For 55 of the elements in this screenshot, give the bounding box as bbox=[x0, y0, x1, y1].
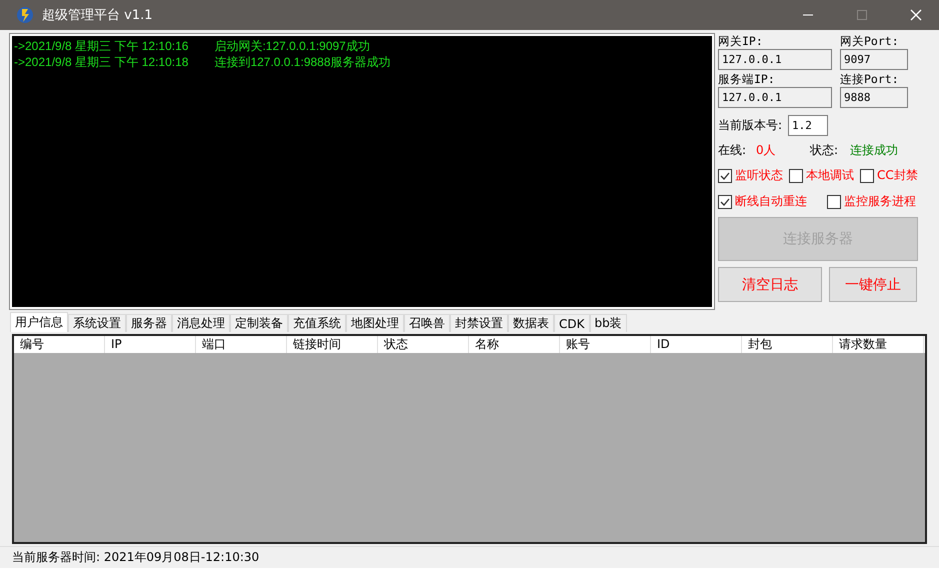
field-label: 当前版本号: bbox=[718, 117, 782, 134]
column-header: 请求数量 bbox=[833, 336, 924, 354]
tab[interactable]: 系统设置 bbox=[68, 314, 126, 332]
column-header: ID bbox=[651, 336, 742, 354]
tab[interactable]: 封禁设置 bbox=[450, 314, 508, 332]
checkbox[interactable] bbox=[860, 168, 874, 182]
input-field[interactable]: 127.0.0.1 bbox=[718, 49, 832, 70]
tab[interactable]: 用户信息 bbox=[10, 312, 68, 332]
tab[interactable]: 召唤兽 bbox=[404, 314, 450, 332]
tab[interactable]: 服务器 bbox=[126, 314, 172, 332]
log-message: 连接到127.0.0.1:9888服务器成功 bbox=[214, 54, 391, 70]
field-label: 网关IP: bbox=[718, 34, 764, 49]
log-time: ->2021/9/8 星期三 下午 12:10:18 bbox=[14, 54, 188, 70]
column-header: 账号 bbox=[560, 336, 651, 354]
checkbox[interactable] bbox=[827, 194, 841, 208]
close-icon bbox=[910, 9, 922, 21]
connection-status: 连接成功 bbox=[850, 142, 898, 159]
tab[interactable]: 地图处理 bbox=[346, 314, 404, 332]
column-header: 编号 bbox=[14, 336, 105, 354]
checkbox-label: CC封禁 bbox=[877, 167, 918, 184]
field-label: 服务端IP: bbox=[718, 72, 776, 87]
input-field[interactable]: 1.2 bbox=[788, 115, 828, 136]
tab[interactable]: bb装 bbox=[590, 314, 627, 332]
column-header: 封包 bbox=[742, 336, 833, 354]
column-header: 链接时间 bbox=[287, 336, 378, 354]
online-label: 在线: bbox=[718, 142, 748, 159]
field-label: 网关Port: bbox=[840, 34, 900, 49]
tab[interactable]: CDK bbox=[554, 314, 590, 332]
field-label: 连接Port: bbox=[840, 72, 900, 87]
column-header: 状态 bbox=[378, 336, 469, 354]
app-logo-icon bbox=[16, 6, 34, 24]
checkbox[interactable] bbox=[718, 168, 732, 182]
window-title: 超级管理平台 v1.1 bbox=[42, 7, 154, 24]
checkbox-label: 监听状态 bbox=[735, 167, 783, 184]
checkbox[interactable] bbox=[789, 168, 803, 182]
online-count: 0人 bbox=[756, 142, 777, 159]
checkbox-label: 监控服务进程 bbox=[844, 193, 916, 210]
server-time: 当前服务器时间: 2021年09月08日-12:10:30 bbox=[12, 549, 260, 566]
log-message: 启动网关:127.0.0.1:9097成功 bbox=[214, 38, 370, 54]
input-field[interactable]: 127.0.0.1 bbox=[718, 87, 832, 108]
log-time: ->2021/9/8 星期三 下午 12:10:16 bbox=[14, 38, 188, 54]
tab[interactable]: 数据表 bbox=[508, 314, 554, 332]
column-header: 端口 bbox=[196, 336, 287, 354]
column-header: 名称 bbox=[469, 336, 560, 354]
tab[interactable]: 充值系统 bbox=[288, 314, 346, 332]
input-field[interactable]: 9097 bbox=[840, 49, 908, 70]
checkbox-label: 断线自动重连 bbox=[735, 193, 807, 210]
maximize-icon bbox=[857, 10, 867, 20]
checkbox[interactable] bbox=[718, 194, 732, 208]
status-label: 状态: bbox=[810, 142, 840, 159]
column-header: IP bbox=[105, 336, 196, 354]
checkbox-label: 本地调试 bbox=[806, 167, 854, 184]
input-field[interactable]: 9888 bbox=[840, 87, 908, 108]
tab[interactable]: 消息处理 bbox=[172, 314, 230, 332]
tab[interactable]: 定制装备 bbox=[230, 314, 288, 332]
